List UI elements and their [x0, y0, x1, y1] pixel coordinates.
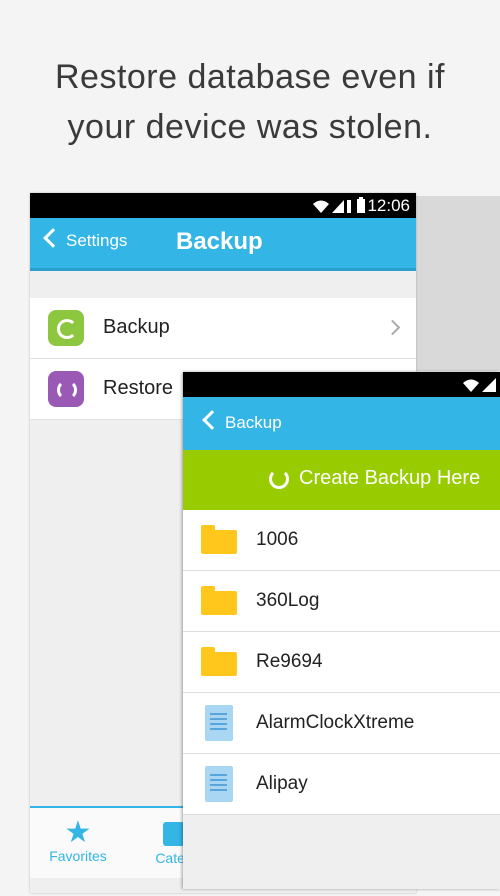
folder-icon: [201, 586, 237, 615]
decorative-shadow: [416, 196, 500, 371]
folder-icon: [201, 525, 237, 554]
nav-label: Favorites: [49, 848, 107, 864]
file-name: 360Log: [256, 590, 320, 611]
create-backup-label: Create Backup Here: [299, 467, 481, 489]
cellular-signal-icon: [482, 378, 496, 392]
back-label: Backup: [225, 413, 282, 432]
wifi-icon: [463, 379, 479, 392]
divider: [30, 268, 416, 271]
document-icon: [205, 766, 233, 802]
file-name: 1006: [256, 529, 299, 550]
file-name: Alipay: [256, 773, 308, 794]
list-item[interactable]: Re9694: [183, 632, 500, 693]
restore-icon: [48, 371, 84, 407]
signal-icons: [463, 378, 496, 392]
battery-icon: [357, 197, 365, 213]
headline: Restore database even if your device was…: [0, 52, 500, 152]
create-backup-button[interactable]: Create Backup Here: [183, 450, 500, 510]
folder-icon: [201, 647, 237, 676]
chevron-left-icon: [202, 410, 222, 430]
headline-line-1: Restore database even if: [54, 58, 446, 96]
nav-favorites[interactable]: ★ Favorites: [38, 816, 118, 865]
backup-browser-screen: Backup Create Backup Here 1006 360Log Re…: [183, 372, 500, 889]
list-item[interactable]: 360Log: [183, 571, 500, 632]
star-icon: ★: [64, 816, 92, 849]
file-name: AlarmClockXtreme: [256, 712, 415, 733]
list-item[interactable]: 1006: [183, 510, 500, 571]
back-to-settings-button[interactable]: Settings: [43, 228, 128, 251]
chevron-left-icon: [43, 228, 63, 248]
chevron-right-icon: [384, 319, 401, 336]
status-bar: [183, 372, 500, 397]
list-item[interactable]: AlarmClockXtreme: [183, 693, 500, 754]
wifi-icon: [313, 200, 329, 213]
list-item[interactable]: Alipay: [183, 754, 500, 815]
cellular-signal-icon: [332, 200, 344, 213]
menu-item-label: Backup: [103, 316, 170, 338]
backup-icon: [48, 310, 84, 346]
status-time: 12:06: [367, 196, 410, 215]
signal-icons: [313, 200, 351, 213]
refresh-icon: [269, 469, 289, 489]
menu-item-backup[interactable]: Backup: [30, 298, 416, 359]
document-icon: [205, 705, 233, 741]
back-label: Settings: [66, 231, 128, 250]
headline-line-2: your device was stolen.: [67, 108, 433, 146]
menu-item-label: Restore: [103, 377, 174, 399]
page-title: Backup: [176, 228, 263, 255]
app-bar: Settings Backup: [30, 218, 416, 268]
status-bar: 12:06: [30, 193, 416, 218]
categories-icon: [163, 822, 185, 846]
app-bar: Backup: [183, 397, 500, 450]
file-list: 1006 360Log Re9694 AlarmClockXtreme Alip…: [183, 510, 500, 815]
back-to-backup-button[interactable]: Backup: [202, 410, 282, 433]
file-name: Re9694: [256, 651, 323, 672]
